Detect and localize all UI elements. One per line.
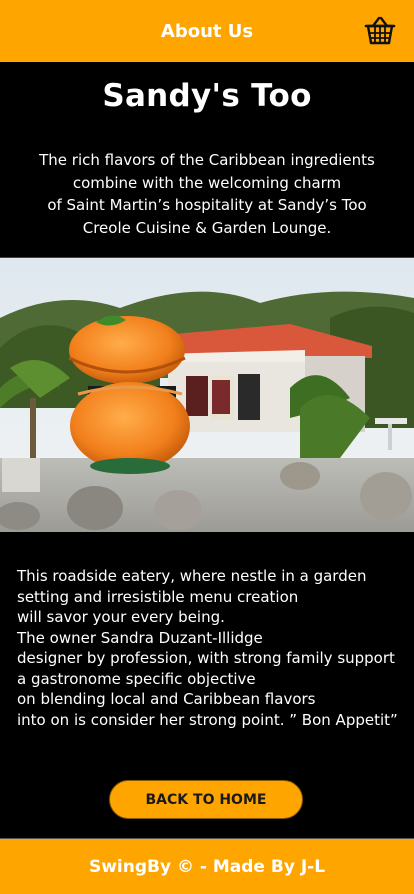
restaurant-photo <box>0 258 414 532</box>
hero-description-line: Creole Cuisine & Garden Lounge. <box>82 218 332 237</box>
page: About Us Sandy's Too The rich flavors of… <box>0 0 414 894</box>
hero-section: Sandy's Too The rich flavors of the Cari… <box>0 62 414 258</box>
page-title: About Us <box>160 20 254 42</box>
footer-text: SwingBy © - Made By J-L <box>88 856 326 877</box>
hero-description-line: The rich flavors of the Caribbean ingred… <box>39 151 375 169</box>
hero-description-line: of Saint Martin’s hospitality at Sandy’s… <box>47 196 367 214</box>
about-line: setting and irresistible menu creation <box>17 587 299 606</box>
back-to-home-button[interactable]: BACK TO HOME <box>109 780 303 819</box>
about-line: The owner Sandra Duzant-Illidge <box>17 628 263 647</box>
hero-description: The rich flavors of the Caribbean ingred… <box>20 149 394 239</box>
basket-icon[interactable] <box>364 16 396 46</box>
footer-bar: SwingBy © - Made By J-L <box>0 838 414 894</box>
about-paragraph: This roadside eatery, where nestle in a … <box>17 566 409 730</box>
header-bar: About Us <box>0 0 414 62</box>
hero-title: Sandy's Too <box>102 78 312 114</box>
about-line: designer by profession, with strong fami… <box>17 649 395 667</box>
about-line: This roadside eatery, where nestle in a … <box>17 567 367 585</box>
hero-description-line: combine with the welcoming charm <box>72 173 342 192</box>
about-line: into on is consider her strong point. ” … <box>17 710 398 729</box>
about-line: will savor your every being. <box>17 608 225 626</box>
about-line: on blending local and Caribbean flavors <box>17 690 316 708</box>
about-line: a gastronome specific objective <box>17 669 256 688</box>
